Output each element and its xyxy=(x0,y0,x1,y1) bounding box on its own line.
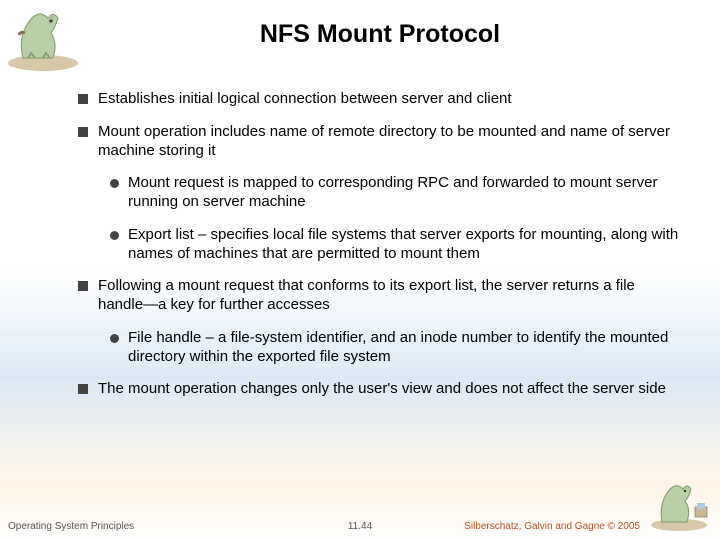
bullet-item: Following a mount request that conforms … xyxy=(70,277,680,315)
slide-content: Establishes initial logical connection b… xyxy=(70,90,680,413)
footer-book-title: Operating System Principles xyxy=(8,521,134,532)
slide-title: NFS Mount Protocol xyxy=(40,0,720,49)
dinosaur-logo-top xyxy=(3,3,83,73)
sub-bullet-item: Export list – specifies local file syste… xyxy=(70,226,680,264)
bullet-item: The mount operation changes only the use… xyxy=(70,380,680,399)
sub-bullet-item: File handle – a file-system identifier, … xyxy=(70,329,680,367)
slide-footer: Operating System Principles 11.44 Silber… xyxy=(0,512,720,532)
footer-page-number: 11.44 xyxy=(348,521,372,532)
footer-copyright: Silberschatz, Galvin and Gagne © 2005 xyxy=(464,521,640,532)
sub-bullet-item: Mount request is mapped to corresponding… xyxy=(70,174,680,212)
bullet-item: Establishes initial logical connection b… xyxy=(70,90,680,109)
bullet-item: Mount operation includes name of remote … xyxy=(70,123,680,161)
